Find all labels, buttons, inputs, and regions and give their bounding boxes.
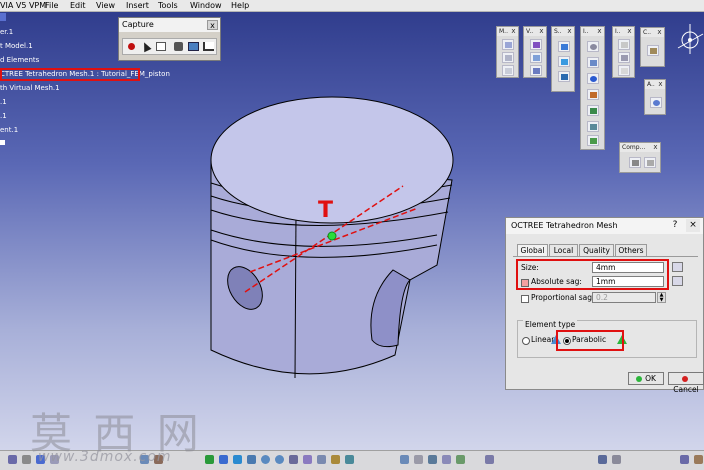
normal-view-icon[interactable] [289,455,298,464]
proportional-sag-checkbox[interactable] [521,295,529,303]
ok-button[interactable]: OK [628,372,664,385]
zoom-out-icon[interactable] [275,455,284,464]
tab-divider [513,256,698,257]
toolbar-icon[interactable] [400,455,409,464]
toolbar-icon[interactable] [598,455,607,464]
size-parameter-icon[interactable] [672,262,683,272]
toolbar-icon[interactable] [612,455,621,464]
tab-quality[interactable]: Quality [579,244,614,256]
toolbar-icon[interactable] [442,455,451,464]
swap-space-icon[interactable] [345,455,354,464]
fly-icon[interactable] [205,455,214,464]
zoom-in-icon[interactable] [261,455,270,464]
cancel-label: Cancel [673,385,699,394]
size-sag-highlight-box [516,259,669,290]
absolute-sag-parameter-icon[interactable] [672,276,683,286]
toolbar-icon[interactable] [485,455,494,464]
tab-local[interactable]: Local [549,244,578,256]
linear-radio[interactable] [522,337,530,345]
cancel-button[interactable]: Cancel [668,372,704,394]
help-button[interactable]: ? [669,219,681,232]
ok-label: OK [645,374,656,383]
rotate-icon[interactable] [247,455,256,464]
selected-point-icon[interactable] [327,231,337,241]
toolbar-icon[interactable] [414,455,423,464]
shading-icon[interactable] [317,455,326,464]
parabolic-highlight-box [556,330,624,351]
proportional-sag-label: Proportional sag: [531,293,595,302]
fit-all-icon[interactable] [219,455,228,464]
tab-others[interactable]: Others [615,244,647,256]
toolbar-icon[interactable] [694,455,703,464]
tab-global[interactable]: Global [517,244,548,256]
iso-view-icon[interactable] [303,455,312,464]
toolbar-icon[interactable] [8,455,17,464]
hide-show-icon[interactable] [331,455,340,464]
octree-mesh-dialog: OCTREE Tetrahedron Mesh ? × Global Local… [505,217,704,394]
load-marker: T [318,198,334,223]
proportional-sag-spinner[interactable]: ▲ ▼ [657,292,666,303]
close-button[interactable]: × [686,219,700,232]
toolbar-icon[interactable] [428,455,437,464]
element-type-label: Element type [523,320,578,330]
pan-icon[interactable] [233,455,242,464]
toolbar-icon[interactable] [456,455,465,464]
proportional-sag-field[interactable]: 0.2 [592,292,656,303]
toolbar-icon[interactable] [680,455,689,464]
watermark-url: www.3dmox.com [38,449,172,465]
